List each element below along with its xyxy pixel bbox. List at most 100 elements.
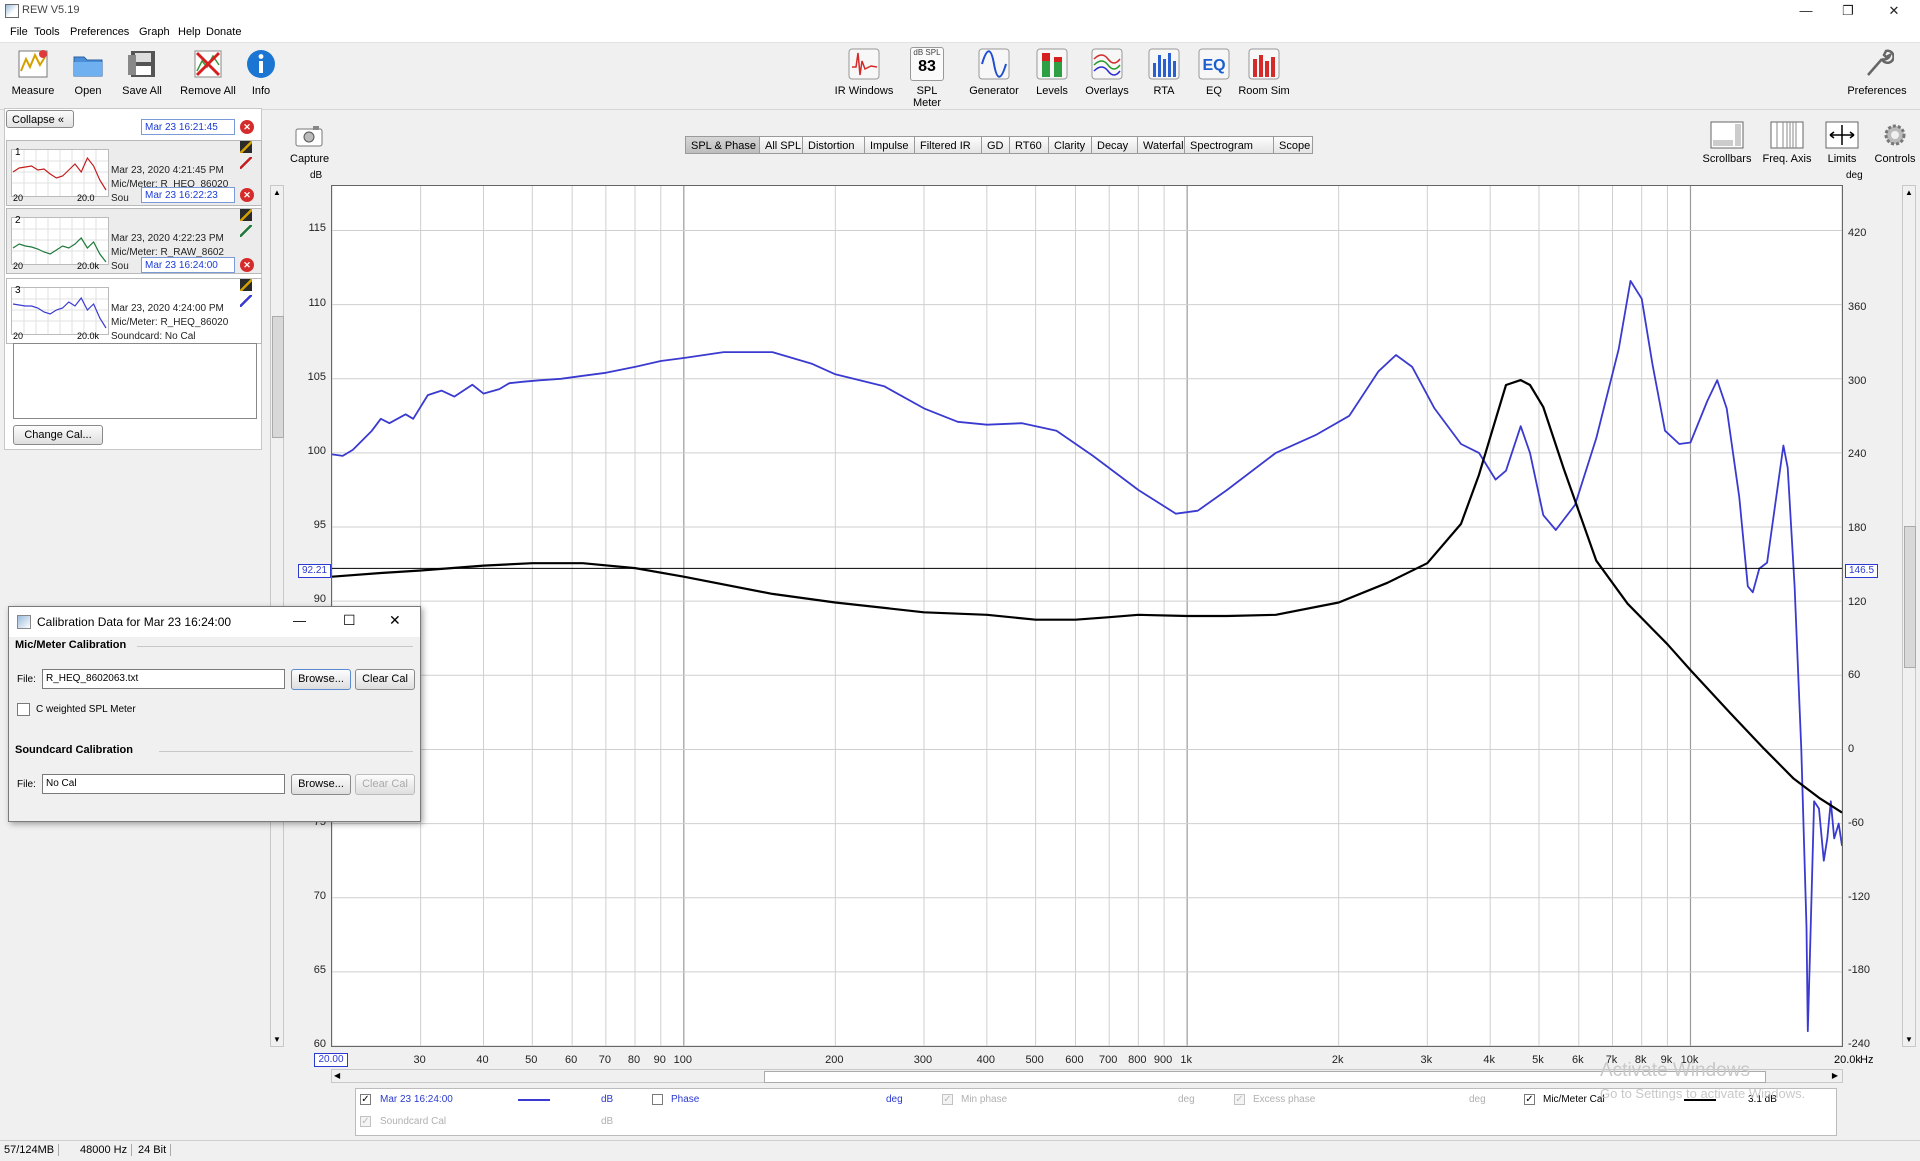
remove-all-button[interactable]: Remove All <box>178 47 238 97</box>
menu-help[interactable]: Help <box>178 26 201 38</box>
menu-graph[interactable]: Graph <box>139 26 170 38</box>
c-weighted-checkbox[interactable] <box>17 703 30 716</box>
soundcard-browse-button[interactable]: Browse... <box>291 774 351 795</box>
dialog-maximize-button[interactable]: ☐ <box>343 612 356 629</box>
save-all-button[interactable]: Save All <box>118 47 166 97</box>
legend-unit-min-phase: deg <box>1178 1094 1195 1105</box>
dialog-title-bar: Calibration Data for Mar 23 16:24:00 — ☐… <box>9 607 420 637</box>
freq-axis-icon <box>1770 121 1804 149</box>
tab-scope[interactable]: Scope <box>1273 136 1313 154</box>
tab-all-spl[interactable]: All SPL <box>759 136 803 154</box>
scroll-left-icon[interactable]: ◀ <box>334 1070 340 1082</box>
maximize-button[interactable]: ❐ <box>1828 2 1868 20</box>
minimize-button[interactable]: — <box>1786 2 1826 20</box>
scroll-up-right-icon[interactable]: ▲ <box>1905 188 1913 197</box>
generator-button[interactable]: Generator <box>966 47 1022 97</box>
info-button[interactable]: Info <box>244 47 278 97</box>
measurement-thumbnail <box>11 217 109 265</box>
tab-clarity[interactable]: Clarity <box>1048 136 1092 154</box>
eq-button[interactable]: EQ EQ <box>1196 47 1232 97</box>
cursor-left-readout: 92.21 <box>298 564 331 578</box>
eq-label: EQ <box>1206 85 1222 97</box>
change-cal-button[interactable]: Change Cal... <box>13 425 103 445</box>
scroll-down-icon[interactable]: ▼ <box>273 1035 281 1044</box>
measurement-name-field[interactable]: Mar 23 16:22:23 <box>141 187 235 203</box>
measurement-date: Mar 23, 2020 4:21:45 PM <box>111 165 224 176</box>
levels-button[interactable]: Levels <box>1034 47 1070 97</box>
x-start-box[interactable]: 20.00 <box>314 1053 348 1067</box>
room-sim-label: Room Sim <box>1238 85 1290 97</box>
legend-checkbox-mic-cal[interactable]: ✓ <box>1524 1094 1535 1105</box>
soundcard-file-field[interactable]: No Cal <box>42 774 285 794</box>
tab-waterfall[interactable]: Waterfall <box>1137 136 1186 154</box>
measurement-pen-icon[interactable] <box>240 225 252 237</box>
status-memory: 57/124MB <box>0 1144 60 1156</box>
ir-windows-button[interactable]: IR Windows <box>832 47 896 97</box>
close-button[interactable]: ✕ <box>1874 2 1914 20</box>
mic-file-field[interactable]: R_HEQ_8602063.txt <box>42 669 285 689</box>
soundcard-section-divider <box>159 751 413 752</box>
tab-gd[interactable]: GD <box>981 136 1010 154</box>
tab-spectrogram[interactable]: Spectrogram <box>1184 136 1274 154</box>
preferences-button[interactable]: Preferences <box>1842 47 1912 97</box>
right-scroll-thumb[interactable] <box>1904 526 1916 668</box>
thumbnail-x-end: 20.0k <box>77 331 100 341</box>
scroll-down-right-icon[interactable]: ▼ <box>1905 1035 1913 1044</box>
freq-axis-button[interactable]: Freq. Axis <box>1760 120 1814 165</box>
menu-preferences[interactable]: Preferences <box>70 26 129 38</box>
tab-spl-phase[interactable]: SPL & Phase <box>685 136 760 154</box>
dialog-close-button[interactable]: ✕ <box>389 612 401 629</box>
legend-checkbox-phase[interactable] <box>652 1094 663 1105</box>
measurement-color-icon[interactable] <box>240 209 252 221</box>
limits-button[interactable]: Limits <box>1822 120 1862 165</box>
scrollbars-button[interactable]: Scrollbars <box>1700 120 1754 165</box>
y-left-tick: 95 <box>313 519 326 532</box>
remove-measurement-icon[interactable]: ✕ <box>240 120 254 134</box>
remove-measurement-icon[interactable]: ✕ <box>240 188 254 202</box>
x-tick: 100 <box>673 1054 692 1066</box>
remove-icon <box>194 50 222 78</box>
room-sim-button[interactable]: Room Sim <box>1238 47 1290 97</box>
measurement-color-icon[interactable] <box>240 141 252 153</box>
scroll-right-icon[interactable]: ▶ <box>1832 1070 1838 1082</box>
remove-measurement-icon[interactable]: ✕ <box>240 258 254 272</box>
measurement-pen-icon[interactable] <box>240 157 252 169</box>
measure-button[interactable]: Measure <box>8 47 58 97</box>
measurement-name-field[interactable]: Mar 23 16:21:45 <box>141 119 235 135</box>
menu-tools[interactable]: Tools <box>34 26 60 38</box>
scroll-up-icon[interactable]: ▲ <box>273 188 281 197</box>
collapse-button[interactable]: Collapse « <box>6 110 74 128</box>
soundcard-file-label: File: <box>17 779 36 790</box>
measurement-name-field[interactable]: Mar 23 16:24:00 <box>141 257 235 273</box>
measurement-card[interactable]: 3 20 20.0k Mar 23, 2020 4:24:00 PM Mic/Meter… <box>6 257 262 344</box>
info-label: Info <box>251 85 271 97</box>
tab-rt60[interactable]: RT60 <box>1009 136 1049 154</box>
left-scroll-thumb[interactable] <box>272 316 284 438</box>
generator-label: Generator <box>969 85 1019 97</box>
right-vertical-scrollbar[interactable]: ▲ ▼ <box>1902 185 1916 1047</box>
open-button[interactable]: Open <box>64 47 112 97</box>
measurement-notes[interactable] <box>13 343 257 419</box>
mic-clear-cal-button[interactable]: Clear Cal <box>355 669 415 690</box>
y-right-tick: -120 <box>1848 890 1871 903</box>
menu-donate[interactable]: Donate <box>206 26 241 38</box>
menu-file[interactable]: File <box>10 26 28 38</box>
thumbnail-x-start: 20 <box>13 261 24 271</box>
legend-swatch-measurement <box>518 1099 550 1101</box>
rta-button[interactable]: RTA <box>1146 47 1182 97</box>
spl-phase-plot[interactable] <box>331 185 1843 1047</box>
legend-label-measurement: Mar 23 16:24:00 <box>380 1094 453 1105</box>
capture-button[interactable] <box>294 124 324 148</box>
tab-decay[interactable]: Decay <box>1091 136 1138 154</box>
tab-filtered-ir[interactable]: Filtered IR <box>914 136 982 154</box>
tab-distortion[interactable]: Distortion <box>802 136 865 154</box>
legend-checkbox-measurement[interactable]: ✓ <box>360 1094 371 1105</box>
controls-button[interactable]: Controls <box>1874 120 1916 165</box>
tab-impulse[interactable]: Impulse <box>864 136 915 154</box>
measurement-pen-icon[interactable] <box>240 295 252 307</box>
mic-browse-button[interactable]: Browse... <box>291 669 351 690</box>
spl-meter-button[interactable]: dB SPL 83 SPL Meter <box>902 47 952 109</box>
measurement-color-icon[interactable] <box>240 279 252 291</box>
overlays-button[interactable]: Overlays <box>1082 47 1132 97</box>
dialog-minimize-button[interactable]: — <box>293 613 306 628</box>
